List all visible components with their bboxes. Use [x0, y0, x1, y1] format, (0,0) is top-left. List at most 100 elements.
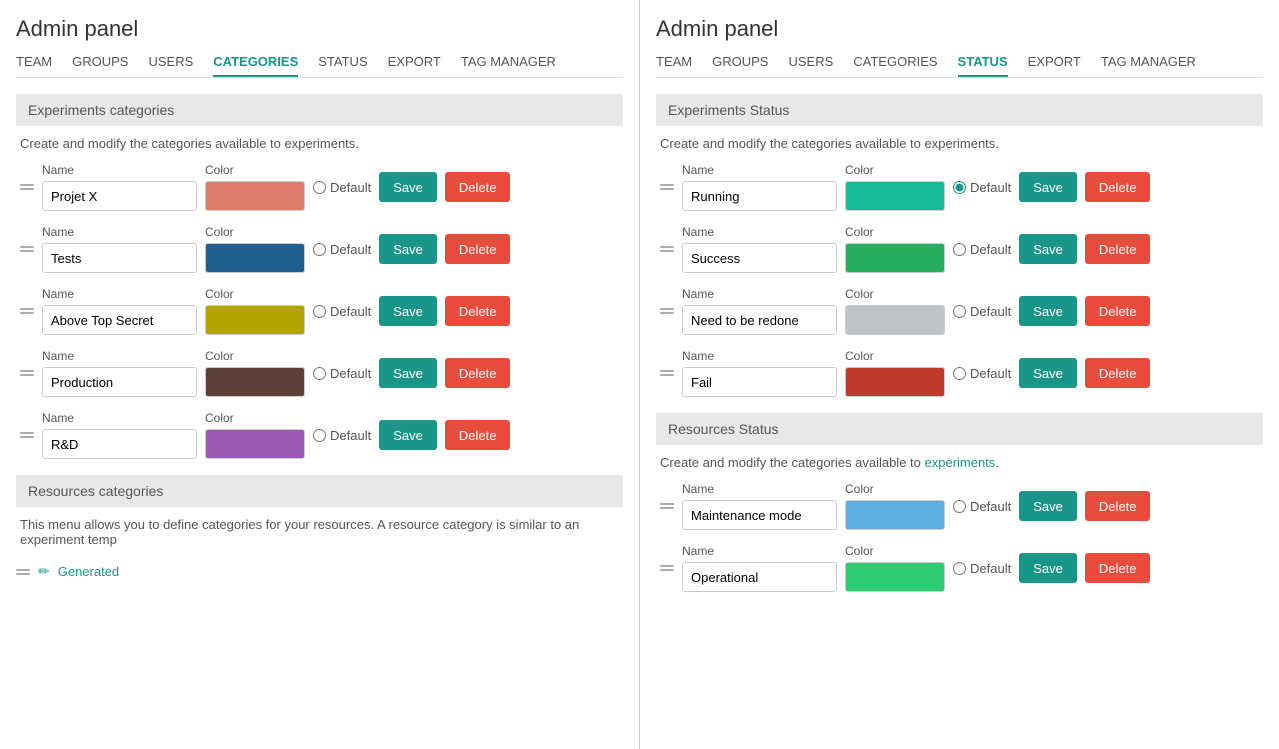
color-swatch-need-redone[interactable] — [845, 305, 945, 335]
nav-users-left[interactable]: USERS — [148, 54, 193, 77]
color-swatch-projet-x[interactable] — [205, 181, 305, 211]
default-radio-operational[interactable]: Default — [953, 561, 1011, 576]
default-radio-tests[interactable]: Default — [313, 242, 371, 257]
delete-button-tests[interactable]: Delete — [445, 234, 511, 264]
save-button-maintenance[interactable]: Save — [1019, 491, 1077, 521]
save-button-operational[interactable]: Save — [1019, 553, 1077, 583]
drag-handle-above-top-secret[interactable] — [20, 308, 34, 314]
name-label-1: Name — [42, 163, 197, 177]
name-input-operational[interactable] — [682, 562, 837, 592]
color-label-1: Color — [205, 163, 305, 177]
nav-tagmanager-right[interactable]: TAG MANAGER — [1101, 54, 1196, 77]
nav-team-left[interactable]: TEAM — [16, 54, 52, 77]
color-swatch-success[interactable] — [845, 243, 945, 273]
color-swatch-tests[interactable] — [205, 243, 305, 273]
delete-button-running[interactable]: Delete — [1085, 172, 1151, 202]
save-button-success[interactable]: Save — [1019, 234, 1077, 264]
drag-handle-fail[interactable] — [660, 370, 674, 376]
resource-label-generated: Generated — [58, 564, 119, 579]
save-button-production[interactable]: Save — [379, 358, 437, 388]
name-input-projet-x[interactable] — [42, 181, 197, 211]
name-input-production[interactable] — [42, 367, 197, 397]
resources-status-header: Resources Status — [656, 413, 1263, 445]
delete-button-fail[interactable]: Delete — [1085, 358, 1151, 388]
category-row-rd: Name Color Default Save Delete — [16, 411, 623, 459]
drag-handle-maintenance[interactable] — [660, 503, 674, 509]
save-button-projet-x[interactable]: Save — [379, 172, 437, 202]
drag-handle-production[interactable] — [20, 370, 34, 376]
experiments-categories-header: Experiments categories — [16, 94, 623, 126]
name-input-fail[interactable] — [682, 367, 837, 397]
name-label-5: Name — [42, 411, 197, 425]
color-label-r4: Color — [845, 349, 945, 363]
color-swatch-running[interactable] — [845, 181, 945, 211]
nav-status-right[interactable]: STATUS — [958, 54, 1008, 77]
save-button-fail[interactable]: Save — [1019, 358, 1077, 388]
drag-handle-rd[interactable] — [20, 432, 34, 438]
default-radio-above-top-secret[interactable]: Default — [313, 304, 371, 319]
drag-handle-operational[interactable] — [660, 565, 674, 571]
save-button-running[interactable]: Save — [1019, 172, 1077, 202]
drag-handle-running[interactable] — [660, 184, 674, 190]
delete-button-operational[interactable]: Delete — [1085, 553, 1151, 583]
delete-button-above-top-secret[interactable]: Delete — [445, 296, 511, 326]
color-label-res1: Color — [845, 482, 945, 496]
nav-export-left[interactable]: EXPORT — [388, 54, 441, 77]
name-label-4: Name — [42, 349, 197, 363]
delete-button-projet-x[interactable]: Delete — [445, 172, 511, 202]
drag-handle-success[interactable] — [660, 246, 674, 252]
name-input-above-top-secret[interactable] — [42, 305, 197, 335]
color-swatch-above-top-secret[interactable] — [205, 305, 305, 335]
default-radio-running[interactable]: Default — [953, 180, 1011, 195]
category-row-above-top-secret: Name Color Default Save Delete — [16, 287, 623, 335]
nav-groups-right[interactable]: GROUPS — [712, 54, 768, 77]
name-input-need-redone[interactable] — [682, 305, 837, 335]
drag-handle-projet-x[interactable] — [20, 184, 34, 190]
color-swatch-operational[interactable] — [845, 562, 945, 592]
status-row-running: Name Color Default Save Delete — [656, 163, 1263, 211]
delete-button-production[interactable]: Delete — [445, 358, 511, 388]
color-swatch-maintenance[interactable] — [845, 500, 945, 530]
save-button-tests[interactable]: Save — [379, 234, 437, 264]
drag-handle-need-redone[interactable] — [660, 308, 674, 314]
default-radio-success[interactable]: Default — [953, 242, 1011, 257]
color-swatch-fail[interactable] — [845, 367, 945, 397]
nav-status-left[interactable]: STATUS — [318, 54, 367, 77]
name-input-tests[interactable] — [42, 243, 197, 273]
nav-export-right[interactable]: EXPORT — [1028, 54, 1081, 77]
delete-button-need-redone[interactable]: Delete — [1085, 296, 1151, 326]
save-button-above-top-secret[interactable]: Save — [379, 296, 437, 326]
experiments-link[interactable]: experiments — [925, 455, 996, 470]
nav-categories-left[interactable]: CATEGORIES — [213, 54, 298, 77]
name-label-r3: Name — [682, 287, 837, 301]
default-radio-fail[interactable]: Default — [953, 366, 1011, 381]
edit-icon-generated[interactable]: ✏ — [38, 563, 50, 580]
default-radio-need-redone[interactable]: Default — [953, 304, 1011, 319]
nav-tagmanager-left[interactable]: TAG MANAGER — [461, 54, 556, 77]
name-input-rd[interactable] — [42, 429, 197, 459]
nav-team-right[interactable]: TEAM — [656, 54, 692, 77]
default-radio-production[interactable]: Default — [313, 366, 371, 381]
name-input-maintenance[interactable] — [682, 500, 837, 530]
left-title: Admin panel — [16, 16, 623, 42]
save-button-rd[interactable]: Save — [379, 420, 437, 450]
color-swatch-production[interactable] — [205, 367, 305, 397]
nav-users-right[interactable]: USERS — [788, 54, 833, 77]
drag-handle-generated[interactable] — [16, 569, 30, 575]
name-input-running[interactable] — [682, 181, 837, 211]
default-radio-maintenance[interactable]: Default — [953, 499, 1011, 514]
delete-button-rd[interactable]: Delete — [445, 420, 511, 450]
drag-handle-tests[interactable] — [20, 246, 34, 252]
save-button-need-redone[interactable]: Save — [1019, 296, 1077, 326]
name-label-res2: Name — [682, 544, 837, 558]
default-radio-projet-x[interactable]: Default — [313, 180, 371, 195]
default-radio-rd[interactable]: Default — [313, 428, 371, 443]
left-nav: TEAM GROUPS USERS CATEGORIES STATUS EXPO… — [16, 54, 623, 78]
name-label-2: Name — [42, 225, 197, 239]
color-swatch-rd[interactable] — [205, 429, 305, 459]
nav-categories-right[interactable]: CATEGORIES — [853, 54, 937, 77]
name-input-success[interactable] — [682, 243, 837, 273]
delete-button-maintenance[interactable]: Delete — [1085, 491, 1151, 521]
nav-groups-left[interactable]: GROUPS — [72, 54, 128, 77]
delete-button-success[interactable]: Delete — [1085, 234, 1151, 264]
